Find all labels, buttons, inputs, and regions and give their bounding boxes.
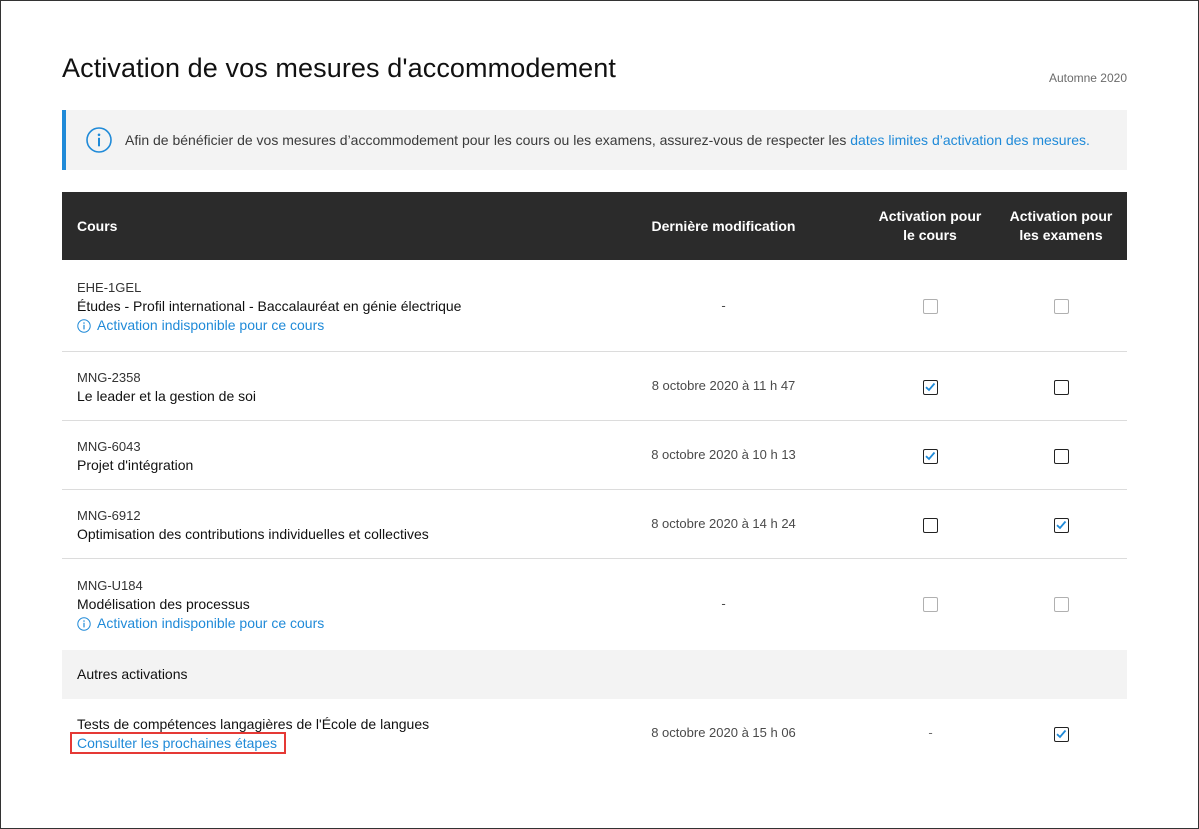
- course-activation-checkbox[interactable]: [923, 449, 938, 464]
- course-code: MNG-2358: [77, 370, 141, 385]
- course-title: Le leader et la gestion de soi: [77, 388, 257, 404]
- header-activation-course-l1: Activation pour: [878, 208, 982, 224]
- table-row: MNG-2358 Le leader et la gestion de soi …: [62, 352, 1127, 421]
- course-title: Optimisation des contributions individue…: [77, 526, 429, 542]
- checkmark-icon: [925, 382, 936, 392]
- unavailable-note: Activation indisponible pour ce cours: [77, 614, 324, 633]
- modified-date: -: [721, 596, 726, 611]
- highlight-box: [70, 732, 286, 754]
- info-message: Afin de bénéficier de vos mesures d’acco…: [125, 132, 851, 148]
- course-cell: MNG-2358 Le leader et la gestion de soi: [77, 368, 256, 406]
- unavailable-text: Activation indisponible pour ce cours: [97, 615, 325, 631]
- exam-activation-checkbox[interactable]: [1054, 597, 1069, 612]
- info-banner: Afin de bénéficier de vos mesures d’acco…: [62, 110, 1127, 170]
- modified-date: 8 octobre 2020 à 11 h 47: [651, 378, 796, 393]
- table-row: MNG-6043 Projet d'intégration 8 octobre …: [62, 421, 1127, 490]
- checkmark-icon: [1056, 729, 1067, 739]
- unavailable-note: Activation indisponible pour ce cours: [77, 316, 461, 335]
- checkmark-icon: [1056, 520, 1067, 530]
- modified-date: -: [721, 298, 726, 313]
- course-code: EHE-1GEL: [77, 280, 142, 295]
- header-activation-exam: Activation pour les examens: [1001, 192, 1121, 260]
- deadlines-link[interactable]: dates limites d’activation des mesures.: [850, 132, 1090, 148]
- header-activation-exam-l2: les examens: [1019, 227, 1103, 243]
- course-code: MNG-6043: [77, 439, 141, 454]
- accommodations-table: Cours Dernière modification Activation p…: [62, 192, 1127, 789]
- session-label: Automne 2020: [1048, 71, 1127, 85]
- table-header: Cours Dernière modification Activation p…: [62, 192, 1127, 260]
- page-header: Activation de vos mesures d'accommodemen…: [62, 53, 1127, 93]
- course-title: Projet d'intégration: [77, 457, 194, 473]
- course-activation-checkbox[interactable]: [923, 597, 938, 612]
- modified-date: 8 octobre 2020 à 15 h 06: [651, 725, 796, 740]
- exam-activation-checkbox[interactable]: [1054, 299, 1069, 314]
- info-text: Afin de bénéficier de vos mesures d’acco…: [125, 132, 1090, 148]
- page-title: Activation de vos mesures d'accommodemen…: [62, 53, 617, 83]
- course-cell: MNG-6043 Projet d'intégration: [77, 437, 193, 475]
- table-row: EHE-1GEL Études - Profil international -…: [62, 260, 1127, 352]
- course-cell: MNG-6912 Optimisation des contributions …: [77, 506, 429, 544]
- section-title: Autres activations: [77, 666, 188, 682]
- course-code: MNG-U184: [77, 578, 143, 593]
- page-frame: Activation de vos mesures d'accommodemen…: [0, 0, 1199, 829]
- exam-activation-checkbox[interactable]: [1054, 449, 1069, 464]
- course-cell: EHE-1GEL Études - Profil international -…: [77, 278, 461, 335]
- header-activation-course: Activation pour le cours: [870, 192, 990, 260]
- course-title: Études - Profil international - Baccalau…: [77, 298, 462, 314]
- table-row: MNG-U184 Modélisation des processus Acti…: [62, 559, 1127, 650]
- header-activation-exam-l1: Activation pour: [1009, 208, 1113, 224]
- info-icon: [77, 616, 91, 631]
- exam-activation-checkbox[interactable]: [1054, 727, 1069, 742]
- checkmark-icon: [925, 451, 936, 461]
- exam-activation-checkbox[interactable]: [1054, 518, 1069, 533]
- course-activation-na: -: [928, 725, 933, 740]
- info-icon: [77, 318, 91, 333]
- info-icon: [86, 127, 112, 153]
- course-title: Modélisation des processus: [77, 596, 250, 612]
- header-modified: Dernière modification: [651, 218, 796, 234]
- course-activation-checkbox[interactable]: [923, 518, 938, 533]
- modified-date: 8 octobre 2020 à 10 h 13: [651, 447, 796, 462]
- course-cell: MNG-U184 Modélisation des processus Acti…: [77, 576, 324, 633]
- header-activation-course-l2: le cours: [903, 227, 957, 243]
- modified-date: 8 octobre 2020 à 14 h 24: [651, 516, 796, 531]
- unavailable-text: Activation indisponible pour ce cours: [97, 317, 325, 333]
- header-course: Cours: [77, 218, 118, 234]
- table-row: MNG-6912 Optimisation des contributions …: [62, 490, 1127, 559]
- course-activation-checkbox[interactable]: [923, 380, 938, 395]
- course-activation-checkbox[interactable]: [923, 299, 938, 314]
- course-code: MNG-6912: [77, 508, 141, 523]
- exam-activation-checkbox[interactable]: [1054, 380, 1069, 395]
- other-activations-section: Autres activations: [62, 650, 1127, 699]
